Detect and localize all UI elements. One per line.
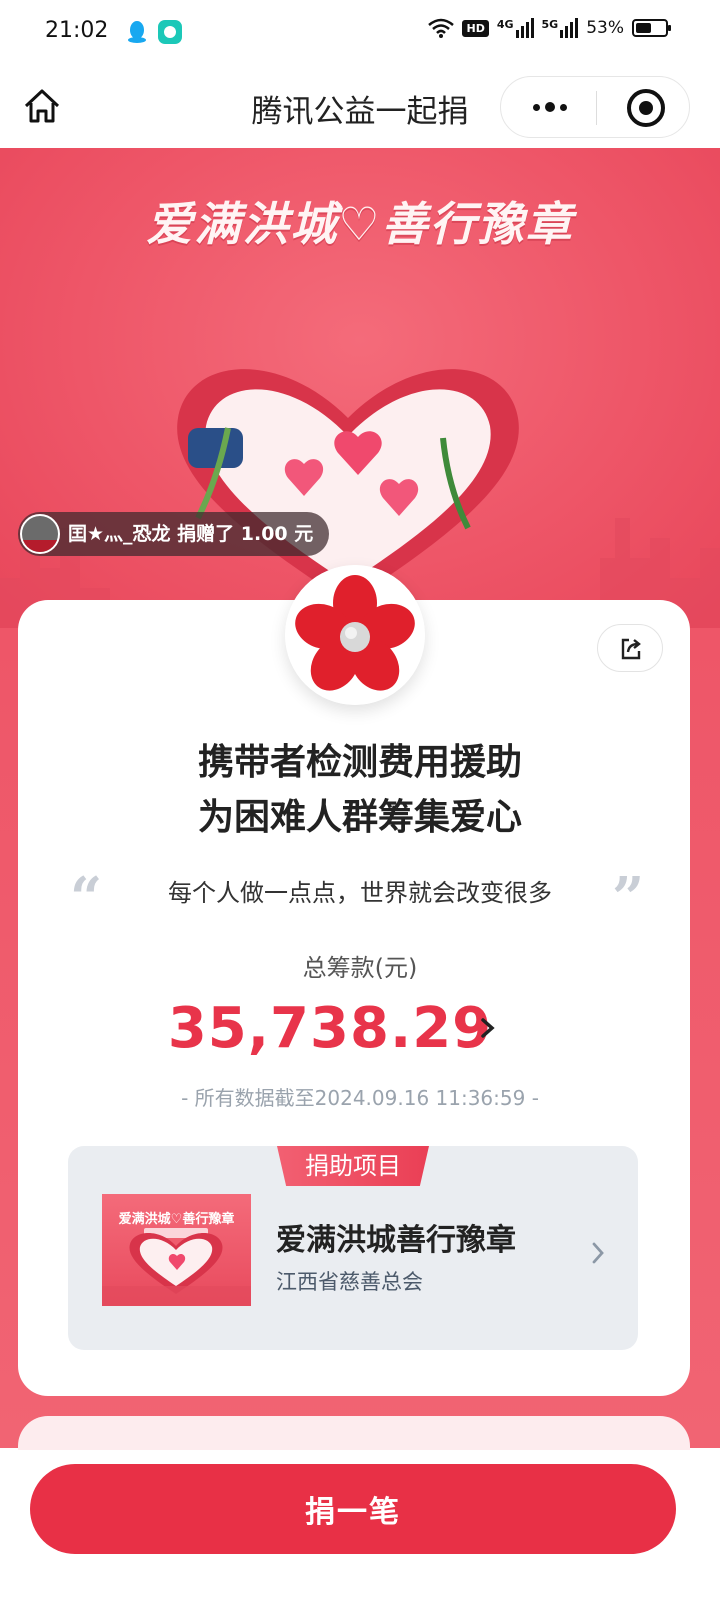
donor-avatar [20, 514, 60, 554]
linked-project-name: 爱满洪城善行豫章 [276, 1223, 516, 1258]
total-raised-amount[interactable]: 35,738.29 [0, 996, 660, 1061]
status-time: 21:02 [45, 18, 109, 43]
linked-project-thumbnail: 爱满洪城♡善行豫章 [102, 1194, 251, 1306]
banner-title: 爱满洪城♡善行豫章 [146, 197, 574, 251]
flower-logo-icon [285, 565, 425, 705]
capsule-divider [596, 91, 597, 125]
project-title-line2: 为困难人群筹集爱心 [197, 797, 522, 838]
donation-ticker-text: 囯★灬_恐龙 捐赠了 1.00 元 [68, 523, 314, 545]
campaign-banner: 爱满洪城♡善行豫章 [0, 148, 720, 628]
linked-project-tag: 捐助项目 [277, 1146, 429, 1186]
donate-button[interactable]: 捐一笔 [30, 1464, 676, 1554]
chevron-right-icon [592, 1242, 604, 1264]
linked-project-org: 江西省慈善总会 [276, 1270, 423, 1294]
more-dots-icon[interactable] [525, 77, 575, 137]
total-raised-label: 总筹款(元) [302, 954, 418, 982]
status-indicators: HD 4G 5G 53% [428, 18, 671, 38]
signal-4g: 4G [497, 18, 534, 38]
share-icon [621, 638, 641, 660]
mini-program-capsule [500, 76, 690, 138]
status-bar: 21:02 HD 4G 5G 53% [0, 0, 720, 64]
app-notification-icon [158, 20, 182, 44]
signal-5g: 5G [542, 18, 579, 38]
hd-badge: HD [462, 19, 489, 37]
share-button[interactable] [597, 624, 663, 672]
qq-notification-icon [128, 21, 146, 43]
battery-icon [632, 19, 671, 37]
data-timestamp: - 所有数据截至2024.09.16 11:36:59 - [181, 1086, 539, 1110]
chevron-right-icon[interactable] [478, 1012, 498, 1044]
mini-program-navbar: 腾讯公益一起捐 [0, 64, 720, 148]
wifi-icon [428, 18, 455, 38]
project-title-line1: 携带者检测费用援助 [197, 742, 522, 783]
battery-percent: 53% [586, 18, 624, 38]
quote-close-mark: ” [612, 865, 645, 931]
thumbnail-heart-icon [102, 1233, 251, 1306]
donation-ticker: 囯★灬_恐龙 捐赠了 1.00 元 [18, 512, 330, 556]
target-close-icon[interactable] [627, 89, 665, 127]
